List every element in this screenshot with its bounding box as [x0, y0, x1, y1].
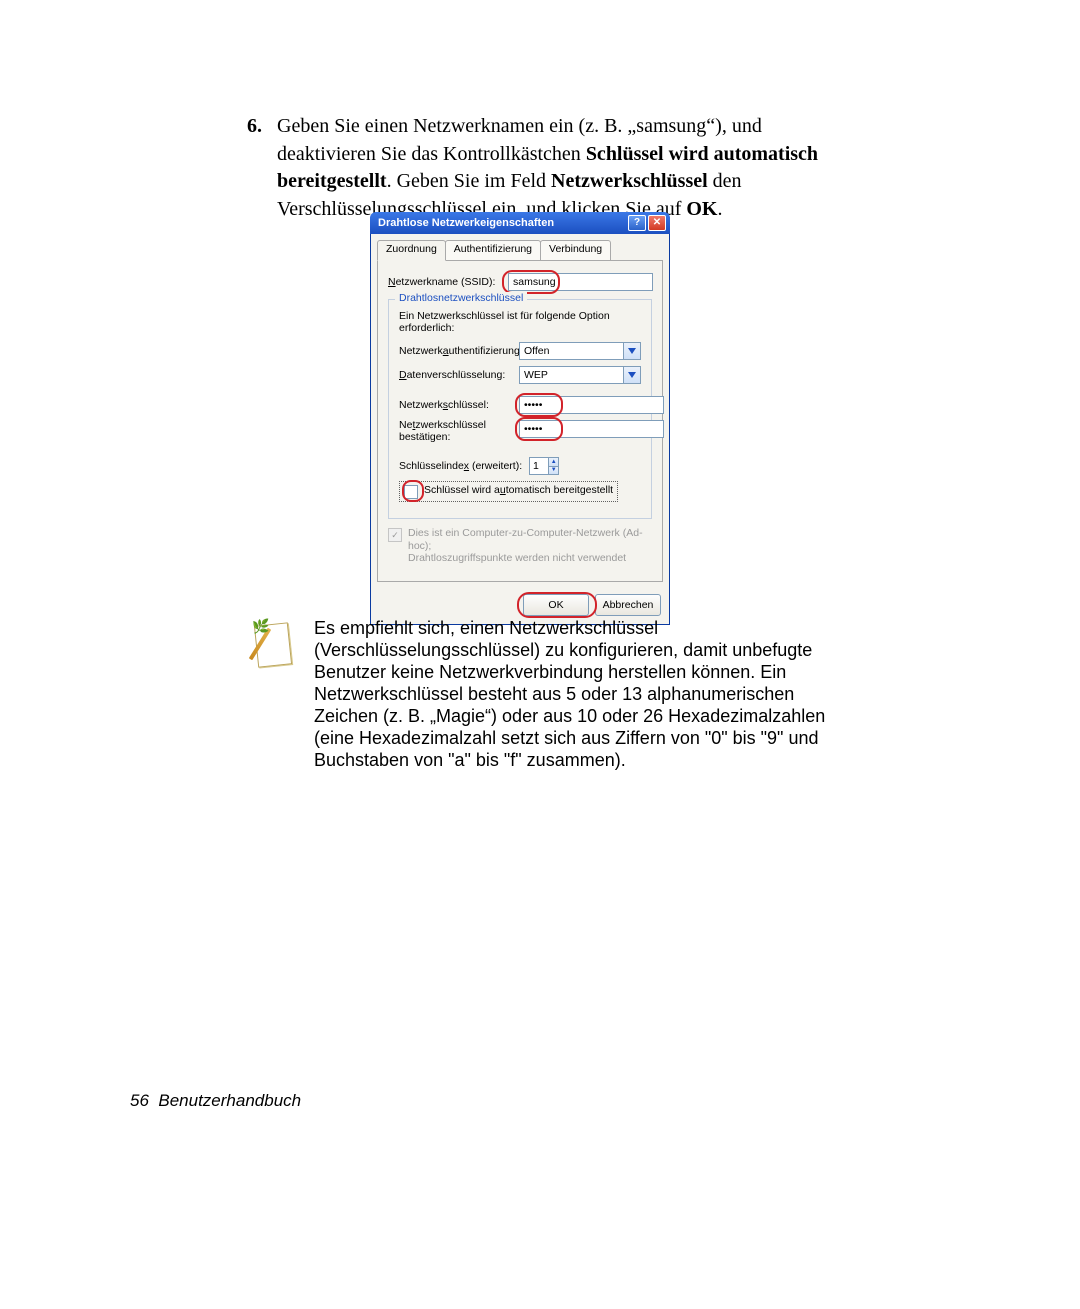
step-instruction: 6. Geben Sie einen Netzwerknamen ein (z.…	[247, 113, 829, 223]
close-button[interactable]: ✕	[648, 215, 666, 231]
tab-zuordnung[interactable]: Zuordnung	[377, 240, 446, 261]
key-confirm-input[interactable]	[519, 420, 664, 438]
row-auth: Netzwerkauthentifizierung: Offen	[399, 342, 641, 360]
instr-end: .	[718, 198, 723, 220]
adhoc-label: Dies ist ein Computer-zu-Computer-Netzwe…	[408, 527, 652, 565]
key-index-label: Schlüsselindex (erweitert):	[399, 460, 529, 472]
note-block: 🌿 Es empfiehlt sich, einen Netzwerkschlü…	[250, 618, 828, 772]
row-key-confirm: Netzwerkschlüsselbestätigen:	[399, 420, 641, 443]
key-index-spin[interactable]: 1 ▲ ▼	[529, 457, 559, 475]
titlebar[interactable]: Drahtlose Netzwerkeigenschaften ? ✕	[370, 212, 670, 234]
window-title: Drahtlose Netzwerkeigenschaften	[378, 217, 626, 229]
encryption-combo[interactable]: WEP	[519, 366, 641, 384]
spin-up-icon[interactable]: ▲	[548, 457, 559, 466]
wireless-properties-dialog: Drahtlose Netzwerkeigenschaften ? ✕ Zuor…	[370, 212, 670, 625]
auth-value: Offen	[519, 342, 623, 360]
note-text: Es empfiehlt sich, einen Netzwerkschlüss…	[314, 618, 828, 772]
cancel-button[interactable]: Abbrechen	[595, 594, 661, 616]
row-auto-key: Schlüssel wird automatisch bereitgestell…	[399, 481, 618, 502]
ssid-input[interactable]	[508, 273, 653, 291]
row-key-index: Schlüsselindex (erweitert): 1 ▲ ▼	[399, 457, 641, 475]
adhoc-checkbox: ✓	[388, 528, 402, 542]
encryption-value: WEP	[519, 366, 623, 384]
auto-key-checkbox[interactable]	[404, 485, 418, 499]
ok-button[interactable]: OK	[523, 594, 589, 616]
fieldset-note: Ein Netzwerkschlüssel ist für folgende O…	[399, 310, 641, 334]
row-key: Netzwerkschlüssel:	[399, 396, 641, 414]
row-ssid: Netzwerkname (SSID):	[388, 273, 652, 291]
fieldset-key: Drahtlosnetzwerkschlüssel Ein Netzwerksc…	[388, 299, 652, 519]
chevron-down-icon[interactable]	[623, 366, 641, 384]
auth-combo[interactable]: Offen	[519, 342, 641, 360]
instr-mid: . Geben Sie im Feld	[387, 170, 551, 192]
key-input[interactable]	[519, 396, 664, 414]
tab-authentifizierung[interactable]: Authentifizierung	[445, 240, 541, 260]
instr-bold-2: Netzwerkschlüssel	[551, 170, 708, 192]
auto-key-label: Schlüssel wird automatisch bereitgestell…	[424, 484, 613, 496]
page-number: 56	[130, 1091, 149, 1110]
key-confirm-label: Netzwerkschlüsselbestätigen:	[399, 420, 519, 443]
chevron-down-icon[interactable]	[623, 342, 641, 360]
spin-down-icon[interactable]: ▼	[548, 466, 559, 476]
fieldset-legend: Drahtlosnetzwerkschlüssel	[395, 292, 527, 304]
key-index-value: 1	[529, 457, 548, 475]
note-icon: 🌿	[250, 620, 292, 668]
encryption-label: Datenverschlüsselung:	[399, 369, 519, 381]
row-adhoc: ✓ Dies ist ein Computer-zu-Computer-Netz…	[388, 527, 652, 565]
auth-label: Netzwerkauthentifizierung:	[399, 345, 519, 357]
row-encryption: Datenverschlüsselung: WEP	[399, 366, 641, 384]
tab-panel-zuordnung: Netzwerkname (SSID): Drahtlosnetzwerksch…	[377, 260, 663, 582]
key-label: Netzwerkschlüssel:	[399, 399, 519, 411]
tab-verbindung[interactable]: Verbindung	[540, 240, 611, 260]
ssid-label: Netzwerkname (SSID):	[388, 276, 508, 288]
tab-strip: Zuordnung Authentifizierung Verbindung	[377, 240, 663, 260]
help-button[interactable]: ?	[628, 215, 646, 231]
page-footer: 56 Benutzerhandbuch	[130, 1091, 301, 1111]
footer-label: Benutzerhandbuch	[158, 1091, 301, 1110]
instr-bold-3: OK	[686, 198, 717, 220]
step-number: 6.	[247, 113, 262, 141]
